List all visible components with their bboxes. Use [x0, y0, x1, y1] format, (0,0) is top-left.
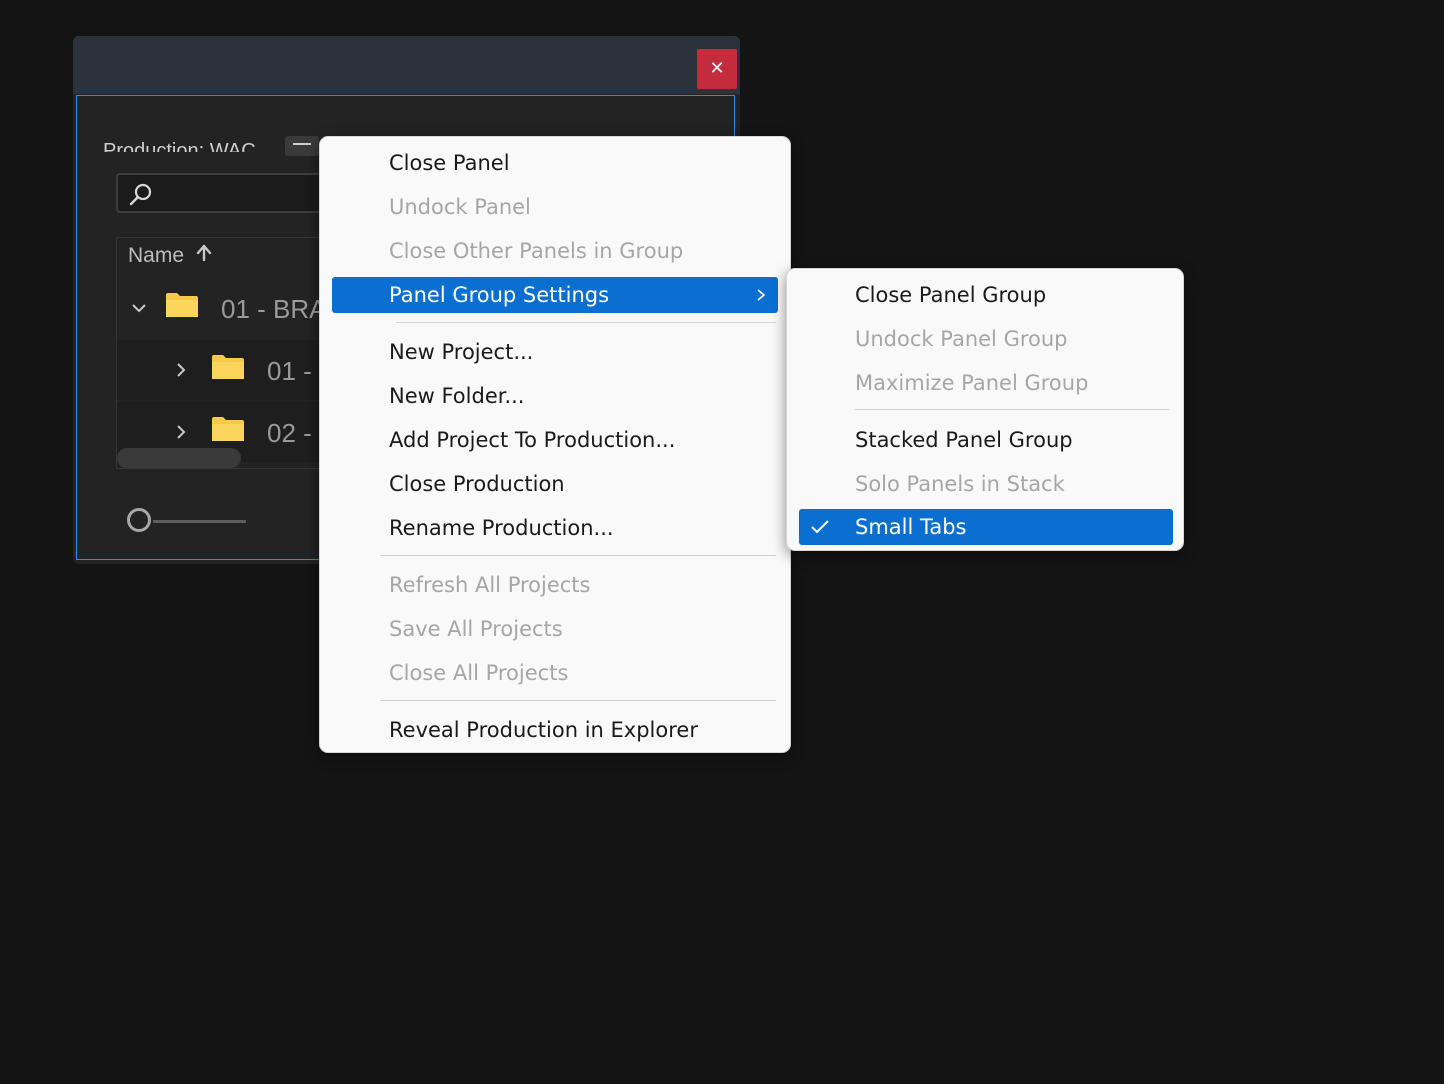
menu-separator — [855, 409, 1169, 410]
menu-item-undock-panel[interactable]: Undock Panel — [332, 189, 778, 225]
menu-item-label: Close Panel Group — [855, 283, 1047, 307]
submenu-item-solo-panels-in-stack[interactable]: Solo Panels in Stack — [799, 466, 1173, 502]
menu-item-label: Refresh All Projects — [389, 573, 591, 597]
folder-icon — [212, 417, 244, 441]
menu-item-save-all-projects[interactable]: Save All Projects — [332, 611, 778, 647]
search-icon — [129, 183, 152, 206]
folder-icon — [166, 293, 198, 317]
menu-item-label: Panel Group Settings — [389, 283, 610, 307]
menu-item-label: Undock Panel — [389, 195, 531, 219]
close-window-button[interactable]: ✕ — [697, 49, 737, 89]
menu-item-label: Undock Panel Group — [855, 327, 1068, 351]
menu-item-label: Add Project To Production... — [389, 428, 676, 452]
sort-ascending-icon — [196, 244, 212, 262]
list-item-label: 01 - BRA — [221, 294, 327, 324]
panel-group-settings-submenu: Close Panel Group Undock Panel Group Max… — [786, 268, 1184, 551]
submenu-item-small-tabs[interactable]: Small Tabs — [799, 509, 1173, 545]
menu-item-label: Maximize Panel Group — [855, 371, 1089, 395]
menu-item-reveal-in-explorer[interactable]: Reveal Production in Explorer — [332, 712, 778, 748]
slider-track[interactable] — [153, 520, 246, 523]
zoom-slider[interactable] — [127, 508, 252, 534]
menu-item-label: Close Other Panels in Group — [389, 239, 684, 263]
hamburger-icon — [293, 143, 311, 145]
menu-item-close-production[interactable]: Close Production — [332, 466, 778, 502]
submenu-item-maximize-panel-group[interactable]: Maximize Panel Group — [799, 365, 1173, 401]
submenu-item-stacked-panel-group[interactable]: Stacked Panel Group — [799, 422, 1173, 458]
column-header-label: Name — [128, 244, 185, 267]
menu-item-label: Solo Panels in Stack — [855, 472, 1065, 496]
menu-item-new-folder[interactable]: New Folder... — [332, 378, 778, 414]
submenu-item-close-panel-group[interactable]: Close Panel Group — [799, 277, 1173, 313]
menu-item-label: Rename Production... — [389, 516, 614, 540]
list-item-label: 01 - — [267, 356, 312, 386]
panel-menu-button[interactable] — [285, 136, 319, 156]
menu-item-label: Close Production — [389, 472, 565, 496]
menu-item-new-project[interactable]: New Project... — [332, 334, 778, 370]
menu-item-label: Reveal Production in Explorer — [389, 718, 698, 742]
menu-item-label: New Folder... — [389, 384, 525, 408]
checkmark-icon — [811, 520, 829, 534]
list-item-label: 02 - — [267, 418, 312, 448]
menu-item-close-other-panels[interactable]: Close Other Panels in Group — [332, 233, 778, 269]
menu-separator — [380, 555, 776, 556]
menu-item-label: Close Panel — [389, 151, 510, 175]
close-icon: ✕ — [709, 58, 725, 79]
menu-item-panel-group-settings[interactable]: Panel Group Settings — [332, 277, 778, 313]
menu-item-close-all-projects[interactable]: Close All Projects — [332, 655, 778, 691]
panel-title: Production: WAC — [103, 140, 256, 152]
chevron-right-icon[interactable] — [173, 362, 189, 378]
menu-item-label: Save All Projects — [389, 617, 563, 641]
menu-item-label: Close All Projects — [389, 661, 569, 685]
menu-separator — [396, 322, 776, 323]
menu-item-label: New Project... — [389, 340, 534, 364]
chevron-right-icon — [757, 289, 766, 301]
menu-item-refresh-all-projects[interactable]: Refresh All Projects — [332, 567, 778, 603]
menu-item-add-project-to-production[interactable]: Add Project To Production... — [332, 422, 778, 458]
menu-item-close-panel[interactable]: Close Panel — [332, 145, 778, 181]
window-titlebar[interactable]: ✕ — [73, 36, 740, 94]
context-menu: Close Panel Undock Panel Close Other Pan… — [319, 136, 791, 753]
chevron-right-icon[interactable] — [173, 424, 189, 440]
folder-icon — [212, 355, 244, 379]
menu-item-label: Small Tabs — [855, 515, 967, 539]
menu-item-rename-production[interactable]: Rename Production... — [332, 510, 778, 546]
horizontal-scrollbar[interactable] — [117, 448, 241, 468]
slider-knob[interactable] — [127, 508, 151, 532]
menu-item-label: Stacked Panel Group — [855, 428, 1073, 452]
chevron-down-icon[interactable] — [131, 300, 147, 316]
submenu-item-undock-panel-group[interactable]: Undock Panel Group — [799, 321, 1173, 357]
menu-separator — [380, 700, 776, 701]
